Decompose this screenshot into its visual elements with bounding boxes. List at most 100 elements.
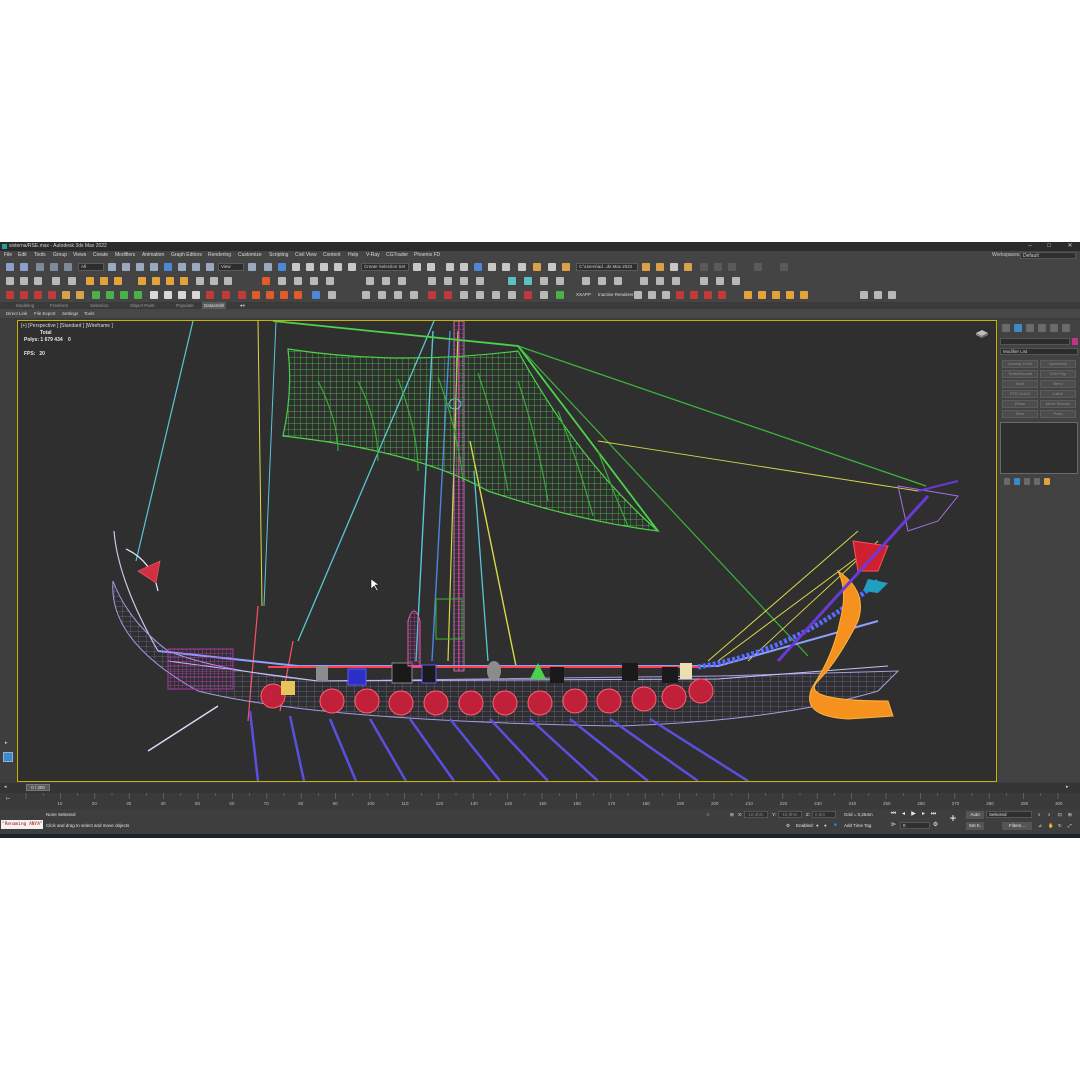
ribbon-options-icon[interactable]: ●▾ [240,302,245,309]
link-icon[interactable] [36,263,44,271]
angle-snap-icon[interactable] [306,263,314,271]
open-folder-icon[interactable] [642,263,650,271]
menu-civil-view[interactable]: Civil View [295,251,317,260]
tool-icon[interactable] [492,291,500,299]
vray-fur-icon[interactable] [210,277,218,285]
render-last-icon[interactable] [598,277,606,285]
project-icon[interactable] [684,263,692,271]
go-to-start-icon[interactable]: ⏮ [890,811,897,818]
tab-populate[interactable]: Populate [176,302,194,309]
mirror-icon[interactable] [413,263,421,271]
pan-view-icon[interactable]: ✋ [1048,823,1054,829]
modifier-button[interactable]: Lathe [1040,390,1076,398]
orange-material-icon[interactable] [76,291,84,299]
next-frame-icon[interactable]: ▸ [920,811,927,818]
green-helper-icon[interactable] [134,291,142,299]
tab-selection[interactable]: Selection [90,302,109,309]
snap-edge-icon[interactable] [444,277,452,285]
simulation-icon[interactable] [238,291,246,299]
select-object-icon[interactable] [108,263,116,271]
record-red-icon[interactable] [524,291,532,299]
maximize-viewport-icon[interactable]: ⤢ [1068,823,1072,828]
viewcube-icon[interactable] [974,329,990,339]
workspace-selector[interactable]: Workspaces: Default [992,252,1076,259]
x-coordinate-field[interactable]: -10,4hm [744,811,768,818]
tool-icon[interactable] [476,291,484,299]
scatter-icon[interactable] [366,277,374,285]
previous-frame-icon[interactable]: ◂ [900,811,907,818]
yellow-tool-icon[interactable] [744,291,752,299]
rendered-frame-window-icon[interactable] [548,263,556,271]
green-helper-icon[interactable] [106,291,114,299]
tool-icon[interactable] [662,291,670,299]
field-of-view-icon[interactable]: ⊿ [1038,823,1042,829]
save-folder-icon[interactable] [656,263,664,271]
yellow-tool-icon[interactable] [800,291,808,299]
select-move-icon[interactable] [164,263,172,271]
modifier-list-dropdown[interactable]: Modifier List [1000,348,1078,355]
time-tag-icon[interactable]: ⚙ [786,823,790,829]
select-manipulate-icon[interactable] [264,263,272,271]
vray-dome-light-icon[interactable] [114,277,122,285]
orbit-icon[interactable]: ↻ [1058,823,1062,829]
modifier-button[interactable]: Bend [1040,380,1076,388]
direct-link-button[interactable]: Direct Link [6,309,27,318]
remove-modifier-icon[interactable] [1034,478,1040,485]
red-material-icon[interactable] [34,291,42,299]
zoom-icon[interactable]: ⌕ [1038,812,1041,817]
track-bar[interactable]: 10 20 30 40 50 60 70 80 90 100 110 120 130 140 150 160 1… [0,793,1080,809]
pivot-center-icon[interactable] [248,263,256,271]
auto-key-button[interactable]: Auto [966,811,984,819]
close-button[interactable]: ✕ [1065,242,1075,251]
snap-pivot-icon[interactable] [476,277,484,285]
snap-point-icon[interactable] [428,277,436,285]
record-icon[interactable] [192,291,200,299]
enabled-toggle-icon[interactable]: ● [816,823,819,828]
percent-snap-icon[interactable] [320,263,328,271]
set-key-big-icon[interactable]: + [946,812,960,824]
key-mode-icon[interactable]: ⊳ [890,822,897,829]
zoom-extents-all-icon[interactable]: ⊞ [1068,812,1072,818]
menu-group[interactable]: Group [53,251,67,260]
align-icon[interactable] [427,263,435,271]
tool-icon[interactable] [540,291,548,299]
settings-button[interactable]: Settings [62,309,78,318]
vray-sun-icon[interactable] [100,277,108,285]
tool-icon[interactable] [460,291,468,299]
spinner-snap-icon[interactable] [334,263,342,271]
tool-icon[interactable] [362,291,370,299]
absolute-mode-icon[interactable]: ⊞ [730,812,734,818]
vray-mesh-light-icon[interactable] [166,277,174,285]
project-folder-dropdown[interactable]: C:\Users\ad...ds Max 2022 [576,263,638,271]
menu-customize[interactable]: Customize [238,251,262,260]
tool-icon[interactable] [410,291,418,299]
effects-icon[interactable] [672,277,680,285]
track-bar-key-icon[interactable]: ⊢ [6,796,10,802]
modifier-button[interactable]: Relax [1002,400,1038,408]
maxscript-listener-field[interactable]: "Renaming ANYA" [1,820,43,829]
tool-icon[interactable] [860,291,868,299]
time-slider[interactable]: 0 / 300 [26,784,50,791]
grid-icon[interactable] [52,277,60,285]
modifier-button[interactable]: Unwrap UVW [1002,360,1038,368]
tab-freeform[interactable]: Freeform [50,302,68,309]
frame-buffer-icon[interactable] [34,277,42,285]
preview-icon[interactable] [716,277,724,285]
tab-modeling[interactable]: Modeling [16,302,34,309]
menu-help[interactable]: Help [348,251,358,260]
zoom-all-icon[interactable]: ⌕ [1048,812,1051,817]
collapse-arrow-icon[interactable]: ◂ [4,784,7,790]
modifier-button[interactable]: Edit Poly [1040,370,1076,378]
cloth-icon[interactable] [222,291,230,299]
help-icon[interactable] [732,277,740,285]
modifier-button[interactable]: FFD 4x4x4 [1002,390,1038,398]
undo-icon[interactable] [6,263,14,271]
reference-coordinate-dropdown[interactable]: View [218,263,244,271]
record-red-icon[interactable] [428,291,436,299]
vray-ies-icon[interactable] [138,277,146,285]
asset-tracking-icon[interactable] [670,263,678,271]
record-red-icon[interactable] [206,291,214,299]
workspace-dropdown[interactable]: Default [1020,252,1076,259]
particle-flow-icon[interactable] [382,277,390,285]
layer-explorer-icon[interactable] [446,263,454,271]
